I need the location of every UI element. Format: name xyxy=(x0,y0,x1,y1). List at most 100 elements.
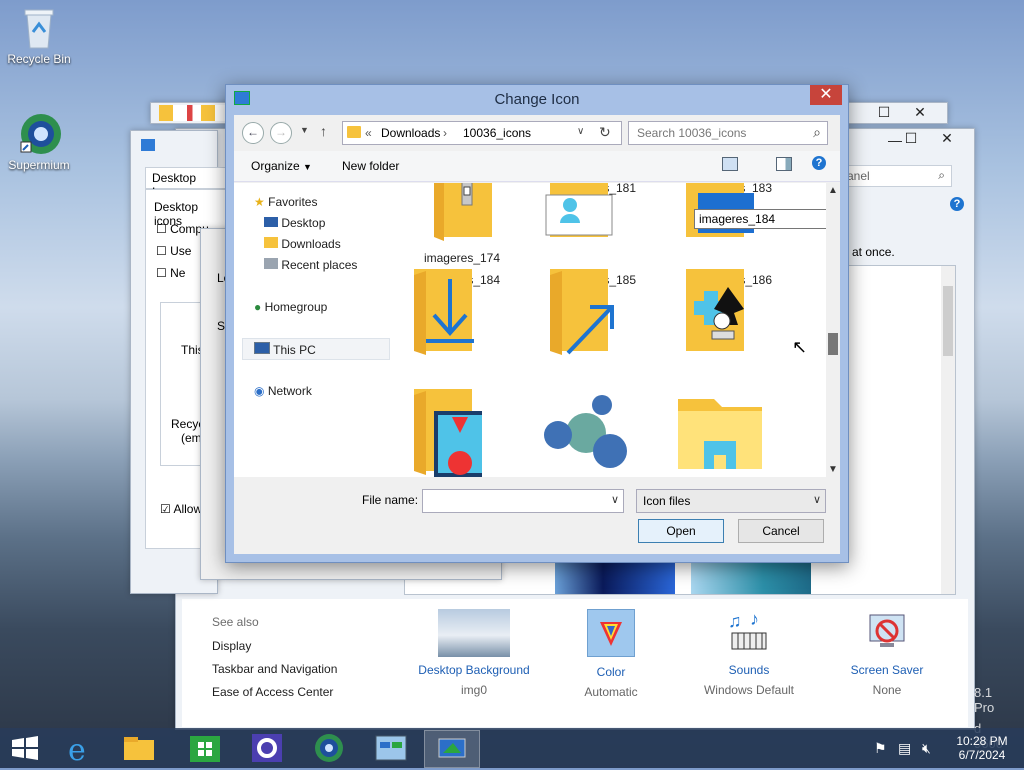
search-input[interactable]: Search 10036_icons ⌕ xyxy=(628,121,828,145)
dialog-close-button[interactable]: ✕ xyxy=(810,85,842,105)
video-folder-icon xyxy=(414,389,482,477)
nav-favorites[interactable]: ★ Favorites xyxy=(254,195,317,209)
taskbar-change-icon-window[interactable] xyxy=(424,730,480,768)
breadcrumb-folder[interactable]: 10036_icons xyxy=(463,126,531,140)
network-checkbox[interactable]: ☐ Ne xyxy=(156,266,185,280)
nav-homegroup-label: Homegroup xyxy=(264,300,328,314)
chevron-down-icon: ▼ xyxy=(303,162,312,172)
address-dropdown-icon[interactable]: ∨ xyxy=(577,126,584,137)
help-icon[interactable]: ? xyxy=(812,156,826,170)
new-folder-button[interactable]: New folder xyxy=(342,159,399,173)
taskbar: e ⚑ ▤ 🔇︎ 10:28 PM 6/7/2024 xyxy=(0,728,1024,768)
start-button[interactable] xyxy=(0,730,50,766)
close-icon[interactable]: ✕ xyxy=(934,129,960,147)
file-item[interactable]: imageres_183 xyxy=(674,183,794,237)
internet-explorer-icon: e xyxy=(68,733,86,768)
file-item[interactable]: imageres_181 xyxy=(538,183,658,237)
scroll-up-icon[interactable]: ▲ xyxy=(828,185,838,196)
up-button[interactable]: ↑ xyxy=(320,123,327,139)
games-folder-icon xyxy=(686,269,744,351)
organize-menu[interactable]: Organize ▼ xyxy=(251,159,312,173)
maximize-icon-2[interactable]: ☐ xyxy=(871,103,897,121)
search-icon: ⌕ xyxy=(813,124,821,140)
nav-homegroup[interactable]: ● Homegroup xyxy=(254,300,327,314)
computer-icon xyxy=(254,342,270,354)
nav-network[interactable]: ◉ Network xyxy=(254,384,312,398)
recent-locations-chevron-icon[interactable]: ▼ xyxy=(300,125,309,135)
color-item[interactable]: Color Automatic xyxy=(546,609,676,699)
supermium-desktop-icon[interactable]: Supermium xyxy=(4,112,74,172)
file-name-input[interactable]: ∨ xyxy=(422,489,624,513)
scroll-thumb[interactable] xyxy=(943,286,953,356)
file-item[interactable]: imageres_174 xyxy=(402,183,522,265)
forward-button[interactable]: → xyxy=(270,122,292,144)
navigation-pane: ★ Favorites Desktop Downloads Recent pla… xyxy=(234,183,402,477)
supermium-label: Supermium xyxy=(8,158,70,172)
cancel-button[interactable]: Cancel xyxy=(738,519,824,543)
download-folder-icon xyxy=(414,269,474,355)
control-panel-icon xyxy=(375,735,407,761)
display-link[interactable]: Display xyxy=(212,639,251,653)
breadcrumb-downloads[interactable]: Downloads xyxy=(381,126,440,140)
view-options-icon[interactable] xyxy=(722,157,738,171)
clock-date: 6/7/2024 xyxy=(958,748,1006,762)
taskbar-settings[interactable] xyxy=(240,730,294,766)
screen-saver-icon xyxy=(864,609,910,655)
theme-scrollbar[interactable] xyxy=(941,266,955,594)
open-button[interactable]: Open xyxy=(638,519,724,543)
help-icon[interactable]: ? xyxy=(950,197,964,211)
dialog-title: Change Icon xyxy=(494,91,580,108)
address-bar[interactable]: « Downloads › 10036_icons ∨ ↻ xyxy=(342,121,622,145)
file-list: imageres_174 imageres_181 imageres_183 i… xyxy=(402,183,826,477)
color-palette-icon xyxy=(587,609,635,657)
recent-places-icon xyxy=(264,258,278,269)
back-button[interactable]: ← xyxy=(242,122,264,144)
desktop-icon xyxy=(264,217,278,227)
file-type-select[interactable]: Icon files ∨ xyxy=(636,489,826,513)
sounds-item[interactable]: ♫ ♪ Sounds Windows Default xyxy=(684,609,814,697)
scroll-down-icon[interactable]: ▼ xyxy=(828,464,838,475)
change-icon-dialog: Change Icon ✕ ← → ▼ ↑ « Downloads › 1003… xyxy=(225,84,849,563)
clock[interactable]: 10:28 PM 6/7/2024 xyxy=(950,734,1014,762)
refresh-icon[interactable]: ↻ xyxy=(599,124,611,141)
allow-themes-checkbox[interactable]: ☑ Allow xyxy=(160,502,202,516)
taskbar-file-explorer[interactable] xyxy=(112,730,166,766)
preview-pane-icon[interactable] xyxy=(776,157,792,171)
taskbar-internet-explorer[interactable]: e xyxy=(54,730,108,768)
network-tray-icon[interactable]: ▤ xyxy=(898,740,911,757)
recycle-bin-desktop-icon[interactable]: Recycle Bin xyxy=(4,6,74,66)
desktop-icons-tab[interactable]: Desktop Icons xyxy=(145,167,227,199)
taskbar-supermium[interactable] xyxy=(302,730,356,766)
nav-recent-places[interactable]: Recent places xyxy=(264,258,357,272)
file-item[interactable]: imageres_186 xyxy=(674,269,794,351)
nav-downloads[interactable]: Downloads xyxy=(264,237,341,251)
file-item[interactable]: imageres_185 xyxy=(538,269,658,355)
sounds-value: Windows Default xyxy=(703,683,795,697)
desktop-background-item[interactable]: Desktop Background img0 xyxy=(409,609,539,697)
clock-time: 10:28 PM xyxy=(956,734,1008,748)
taskbar-navigation-link[interactable]: Taskbar and Navigation xyxy=(212,662,337,676)
file-item[interactable]: imageres_184 xyxy=(402,269,522,355)
allow-themes-label: Allow xyxy=(173,502,203,516)
recycle-bin-label: Recycle Bin xyxy=(7,52,71,66)
tooltip-text: imageres_184 xyxy=(699,212,776,226)
nav-recent-label: Recent places xyxy=(281,258,358,272)
user-checkbox[interactable]: ☐ Use xyxy=(156,244,191,258)
dialog-body: ← → ▼ ↑ « Downloads › 10036_icons ∨ ↻ Se… xyxy=(234,115,840,554)
color-value: Automatic xyxy=(584,685,638,699)
maximize-icon[interactable]: ☐ xyxy=(898,129,924,147)
file-name-dropdown-icon[interactable]: ∨ xyxy=(611,493,619,506)
nav-this-pc[interactable]: This PC xyxy=(254,342,316,357)
file-list-scrollbar[interactable]: ▲ ▼ xyxy=(826,183,840,477)
search-control-panel-box[interactable]: anel ⌕ xyxy=(840,165,952,187)
nav-desktop[interactable]: Desktop xyxy=(264,216,325,230)
notification-flag-icon[interactable]: ⚑ xyxy=(874,740,887,757)
volume-muted-icon[interactable]: 🔇︎ xyxy=(922,740,931,757)
scroll-thumb[interactable] xyxy=(828,333,838,355)
ease-of-access-link[interactable]: Ease of Access Center xyxy=(212,685,333,699)
close-icon-2[interactable]: ✕ xyxy=(907,103,933,121)
search-placeholder: Search 10036_icons xyxy=(637,126,747,140)
screen-saver-item[interactable]: Screen Saver None xyxy=(822,609,952,697)
taskbar-store[interactable] xyxy=(178,730,232,766)
taskbar-control-panel[interactable] xyxy=(364,730,418,766)
